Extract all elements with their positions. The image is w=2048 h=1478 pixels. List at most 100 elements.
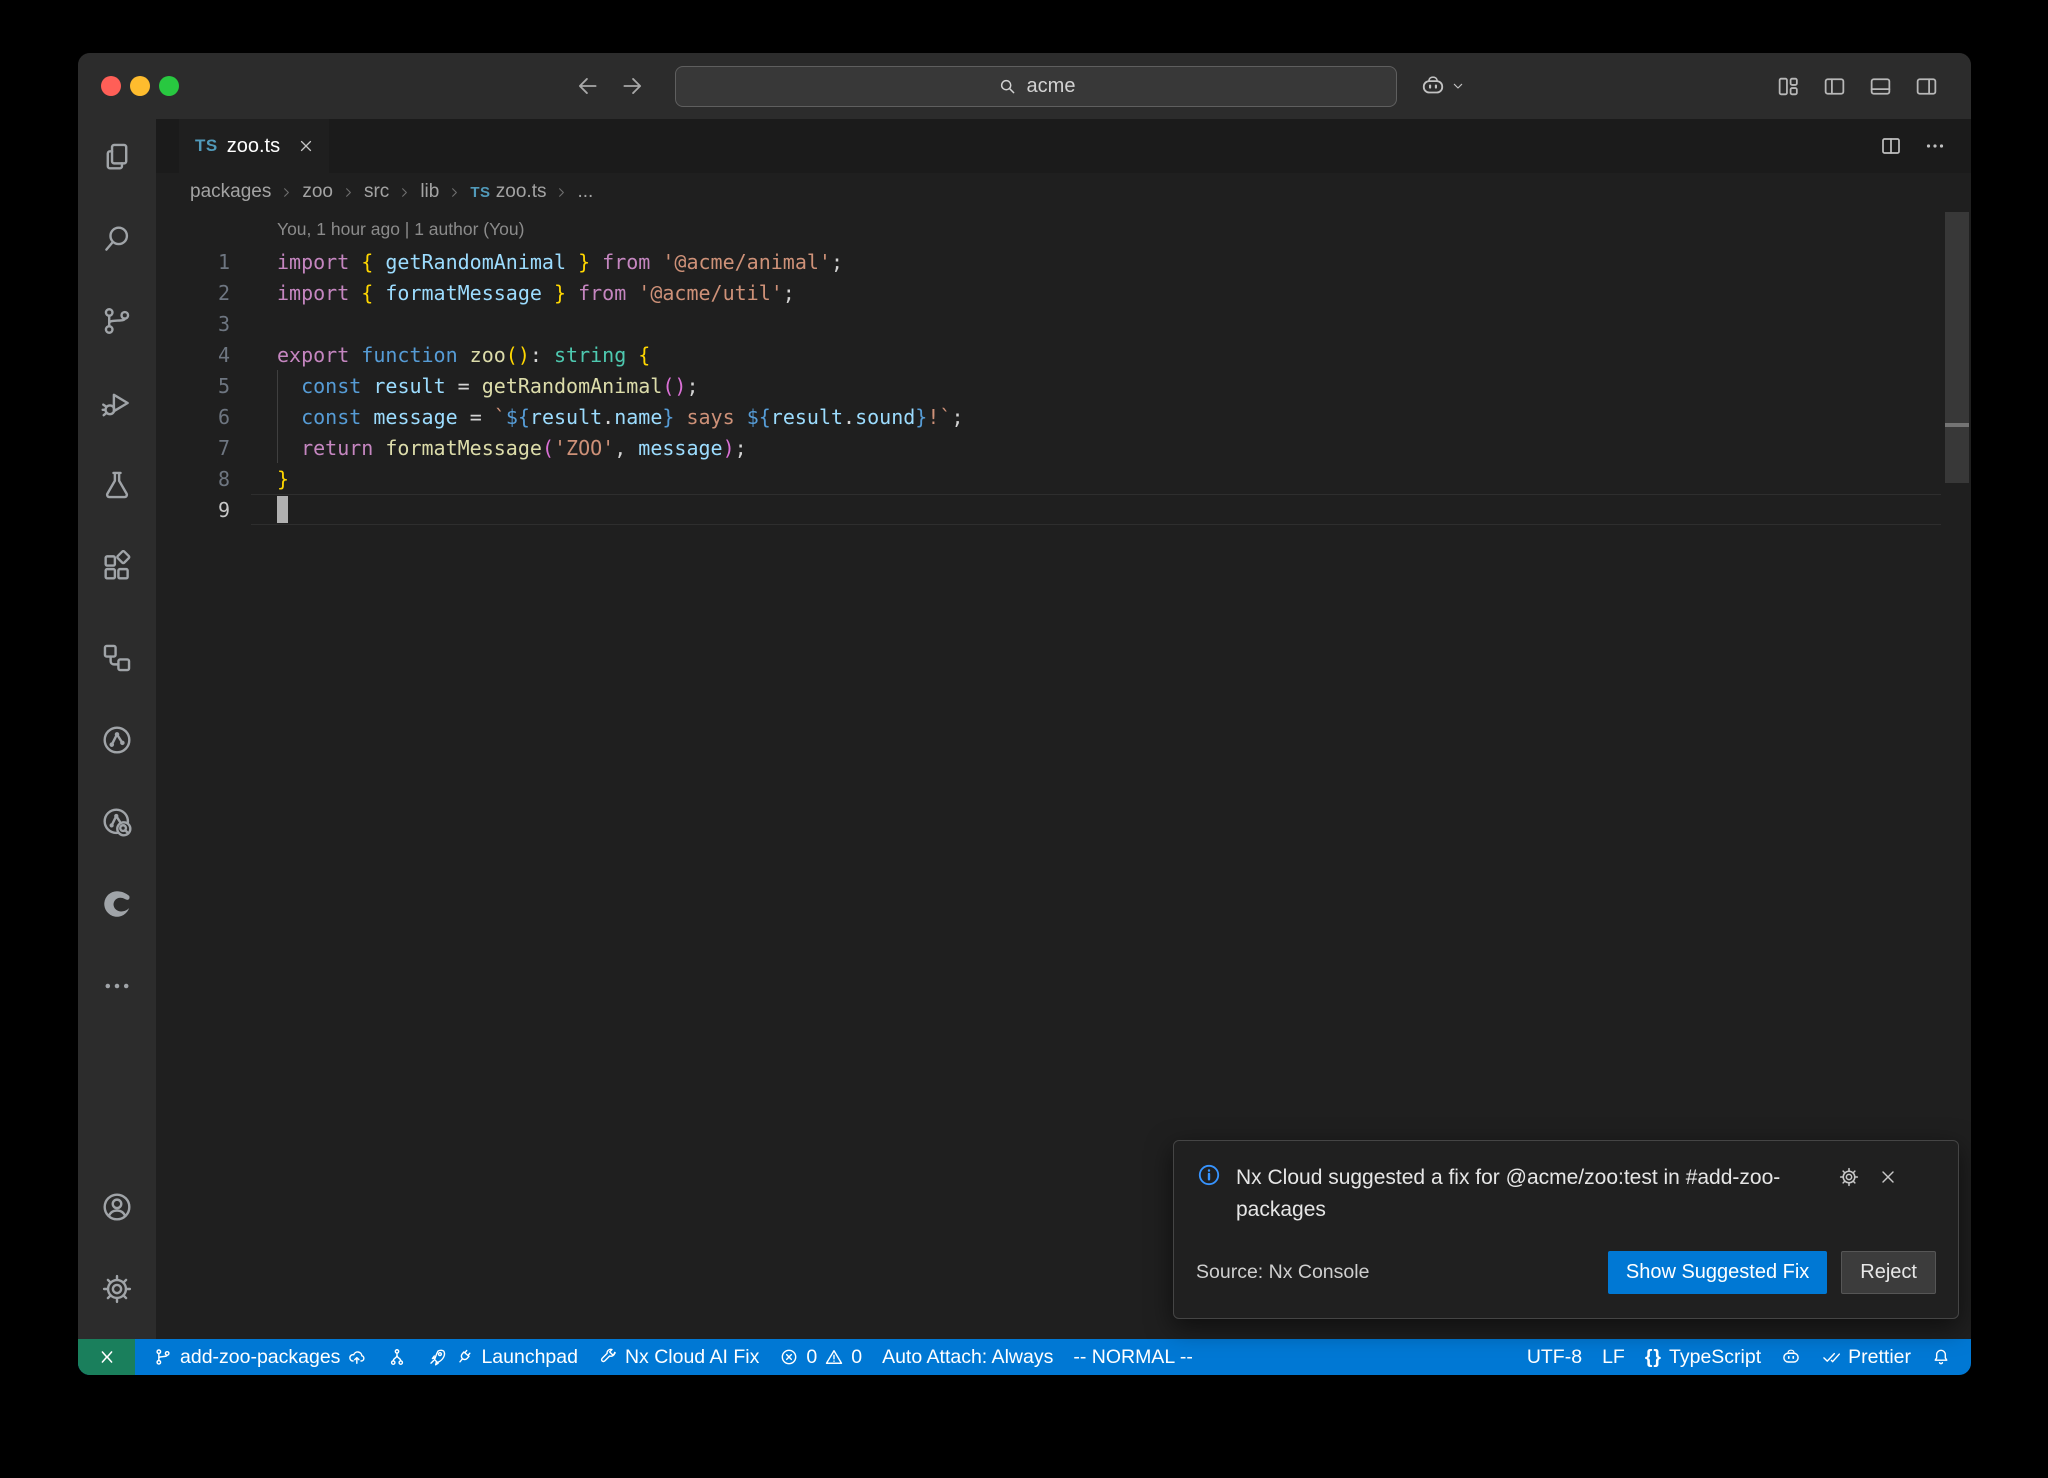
statusbar-nx-cloud-ai-fix[interactable]: Nx Cloud AI Fix — [588, 1339, 769, 1375]
more-views-icon — [100, 969, 134, 1003]
explorer-icon — [100, 140, 134, 174]
reject-button[interactable]: Reject — [1841, 1251, 1936, 1294]
tab-zoo-ts[interactable]: TS zoo.ts — [179, 119, 329, 173]
line-number: 8 — [156, 467, 277, 491]
split-editor-icon[interactable] — [1879, 134, 1903, 158]
statusbar-notifications-bell[interactable] — [1921, 1339, 1961, 1375]
code-line-4[interactable]: 4export function zoo(): string { — [156, 339, 1971, 370]
breadcrumb-item[interactable]: packages — [190, 181, 271, 203]
statusbar-copilot-status[interactable] — [1771, 1339, 1811, 1375]
accounts-icon — [100, 1190, 134, 1224]
notification-source: Source: Nx Console — [1196, 1261, 1369, 1284]
activity-search[interactable] — [93, 215, 141, 263]
statusbar-encoding[interactable]: UTF-8 — [1517, 1339, 1592, 1375]
overview-ruler-cursor-mark — [1945, 423, 1969, 427]
back-arrow-icon[interactable] — [575, 73, 601, 99]
copilot-icon — [1420, 73, 1446, 99]
traffic-close-button[interactable] — [101, 76, 121, 96]
desktop-background: acme TS zoo.ts — [0, 0, 2048, 1478]
line-number: 2 — [156, 281, 277, 305]
code-line-2[interactable]: 2import { formatMessage } from '@acme/ut… — [156, 277, 1971, 308]
breadcrumb-separator-icon — [554, 185, 569, 200]
gitlens-blame-annotation[interactable]: You, 1 hour ago | 1 author (You) — [277, 219, 524, 240]
activity-more-views[interactable] — [93, 962, 141, 1010]
search-value: acme — [1027, 75, 1076, 98]
indent-guide — [277, 370, 278, 463]
traffic-zoom-button[interactable] — [159, 76, 179, 96]
more-actions-icon[interactable] — [1923, 134, 1947, 158]
statusbar-formatter[interactable]: Prettier — [1811, 1339, 1921, 1375]
activity-nx-console[interactable] — [93, 716, 141, 764]
info-icon — [1196, 1162, 1222, 1188]
statusbar-git-branch[interactable]: add-zoo-packages — [143, 1339, 377, 1375]
activity-source-control[interactable] — [93, 297, 141, 345]
rocket-icon — [427, 1347, 447, 1367]
tab-close-icon[interactable] — [297, 137, 315, 155]
show-suggested-fix-button[interactable]: Show Suggested Fix — [1608, 1251, 1827, 1294]
line-number: 7 — [156, 436, 277, 460]
line-number: 5 — [156, 374, 277, 398]
tab-bar: TS zoo.ts — [156, 119, 1971, 173]
statusbar-ports[interactable] — [377, 1339, 417, 1375]
statusbar-launchpad[interactable]: Launchpad — [417, 1339, 588, 1375]
statusbar-language-mode[interactable]: {}TypeScript — [1635, 1339, 1771, 1375]
code-line-8[interactable]: 8} — [156, 463, 1971, 494]
statusbar-eol[interactable]: LF — [1592, 1339, 1635, 1375]
code-line-3[interactable]: 3 — [156, 308, 1971, 339]
dcheck-icon — [1821, 1347, 1841, 1367]
testing-icon — [100, 468, 134, 502]
search-icon — [100, 222, 134, 256]
typescript-file-icon: TS — [470, 184, 490, 201]
code-line-1[interactable]: 1import { getRandomAnimal } from '@acme/… — [156, 246, 1971, 277]
editor-actions — [1879, 119, 1971, 173]
editor-cursor — [277, 496, 288, 523]
activity-run-debug[interactable] — [93, 379, 141, 427]
copilot-menu[interactable] — [1420, 53, 1466, 119]
tab-label: zoo.ts — [227, 135, 280, 158]
activity-remote-explorer[interactable] — [93, 634, 141, 682]
statusbar-left-group: add-zoo-packages LaunchpadNx Cloud AI Fix… — [135, 1339, 1203, 1375]
code-line-7[interactable]: 7 return formatMessage('ZOO', message); — [156, 432, 1971, 463]
command-center-search[interactable]: acme — [675, 66, 1397, 107]
activity-nx-cloud[interactable] — [93, 798, 141, 846]
activity-settings[interactable] — [93, 1265, 141, 1313]
notification-settings-icon[interactable] — [1838, 1166, 1860, 1188]
activity-testing[interactable] — [93, 461, 141, 509]
scrollbar-slider[interactable] — [1945, 212, 1969, 483]
toggle-secondary-sidebar-icon[interactable] — [1914, 74, 1939, 99]
breadcrumb-item[interactable]: lib — [420, 181, 439, 203]
statusbar-auto-attach[interactable]: Auto Attach: Always — [872, 1339, 1063, 1375]
nx-console-icon — [100, 723, 134, 757]
statusbar-problems[interactable]: 00 — [769, 1339, 872, 1375]
settings-icon — [100, 1272, 134, 1306]
customize-layout-icon[interactable] — [1776, 74, 1801, 99]
traffic-minimize-button[interactable] — [130, 76, 150, 96]
toggle-primary-sidebar-icon[interactable] — [1822, 74, 1847, 99]
breadcrumb-more[interactable]: ... — [577, 181, 593, 203]
activity-extensions[interactable] — [93, 543, 141, 591]
remote-explorer-icon — [100, 641, 134, 675]
code-line-5[interactable]: 5 const result = getRandomAnimal(); — [156, 370, 1971, 401]
ports-sb-icon — [387, 1347, 407, 1367]
line-number: 3 — [156, 312, 277, 336]
activity-explorer[interactable] — [93, 133, 141, 181]
activity-accounts[interactable] — [93, 1183, 141, 1231]
titlebar: acme — [78, 53, 1971, 119]
bell-icon — [1931, 1347, 1951, 1367]
breadcrumb-item[interactable]: src — [364, 181, 389, 203]
notification-close-icon[interactable] — [1878, 1167, 1898, 1187]
forward-arrow-icon[interactable] — [619, 73, 645, 99]
breadcrumb-file[interactable]: TS zoo.ts — [470, 181, 546, 203]
line-number: 1 — [156, 250, 277, 274]
statusbar-vim-mode[interactable]: -- NORMAL -- — [1063, 1339, 1203, 1375]
toggle-panel-icon[interactable] — [1868, 74, 1893, 99]
code-line-6[interactable]: 6 const message = `${result.name} says $… — [156, 401, 1971, 432]
statusbar-remote-indicator[interactable] — [78, 1339, 135, 1375]
activity-bar — [78, 119, 156, 1339]
line-number: 4 — [156, 343, 277, 367]
activity-edge-browser[interactable] — [93, 880, 141, 928]
warning-sb-icon — [824, 1347, 844, 1367]
current-line-highlight — [251, 494, 1941, 525]
breadcrumb-item[interactable]: zoo — [302, 181, 333, 203]
statusbar-right-group: UTF-8LF{}TypeScript Prettier — [1517, 1339, 1971, 1375]
